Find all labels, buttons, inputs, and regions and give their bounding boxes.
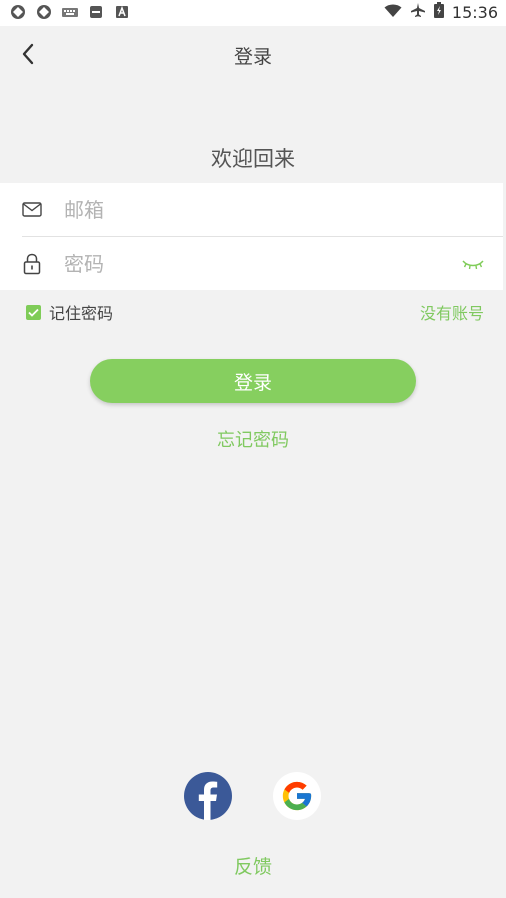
facebook-icon — [184, 772, 232, 820]
password-input[interactable] — [64, 249, 444, 279]
eye-closed-icon — [462, 260, 484, 270]
remember-password-checkbox[interactable]: 记住密码 — [26, 300, 113, 324]
wifi-icon — [384, 3, 402, 22]
text-a-icon — [114, 4, 130, 20]
status-bar: 15:36 — [0, 0, 506, 26]
lock-icon — [21, 253, 43, 275]
app-notification-icon — [10, 4, 26, 20]
app-notification-icon — [36, 4, 52, 20]
remember-label: 记住密码 — [49, 304, 114, 323]
login-button[interactable]: 登录 — [90, 359, 416, 403]
page-title: 登录 — [233, 46, 272, 68]
battery-icon — [433, 2, 444, 22]
toggle-password-visibility[interactable] — [461, 254, 485, 274]
message-icon — [88, 4, 104, 20]
login-form — [0, 183, 503, 290]
keyboard-icon — [62, 4, 78, 20]
mail-icon — [21, 199, 43, 221]
google-login-button[interactable] — [273, 772, 321, 820]
checkbox-checked-icon — [26, 304, 41, 320]
password-row — [0, 237, 503, 290]
facebook-login-button[interactable] — [184, 772, 232, 820]
airplane-icon — [410, 2, 426, 22]
feedback-link[interactable]: 反馈 — [0, 852, 506, 879]
app-bar: 登录 — [0, 26, 506, 82]
system-status: 15:36 — [384, 2, 498, 22]
google-icon — [282, 781, 312, 811]
status-time: 15:36 — [451, 2, 498, 22]
email-row — [0, 183, 503, 236]
email-input[interactable] — [64, 195, 444, 225]
no-account-link[interactable]: 没有账号 — [420, 300, 484, 324]
forgot-password-link[interactable]: 忘记密码 — [0, 426, 506, 452]
welcome-heading: 欢迎回来 — [211, 147, 295, 171]
notification-icons — [10, 4, 130, 20]
